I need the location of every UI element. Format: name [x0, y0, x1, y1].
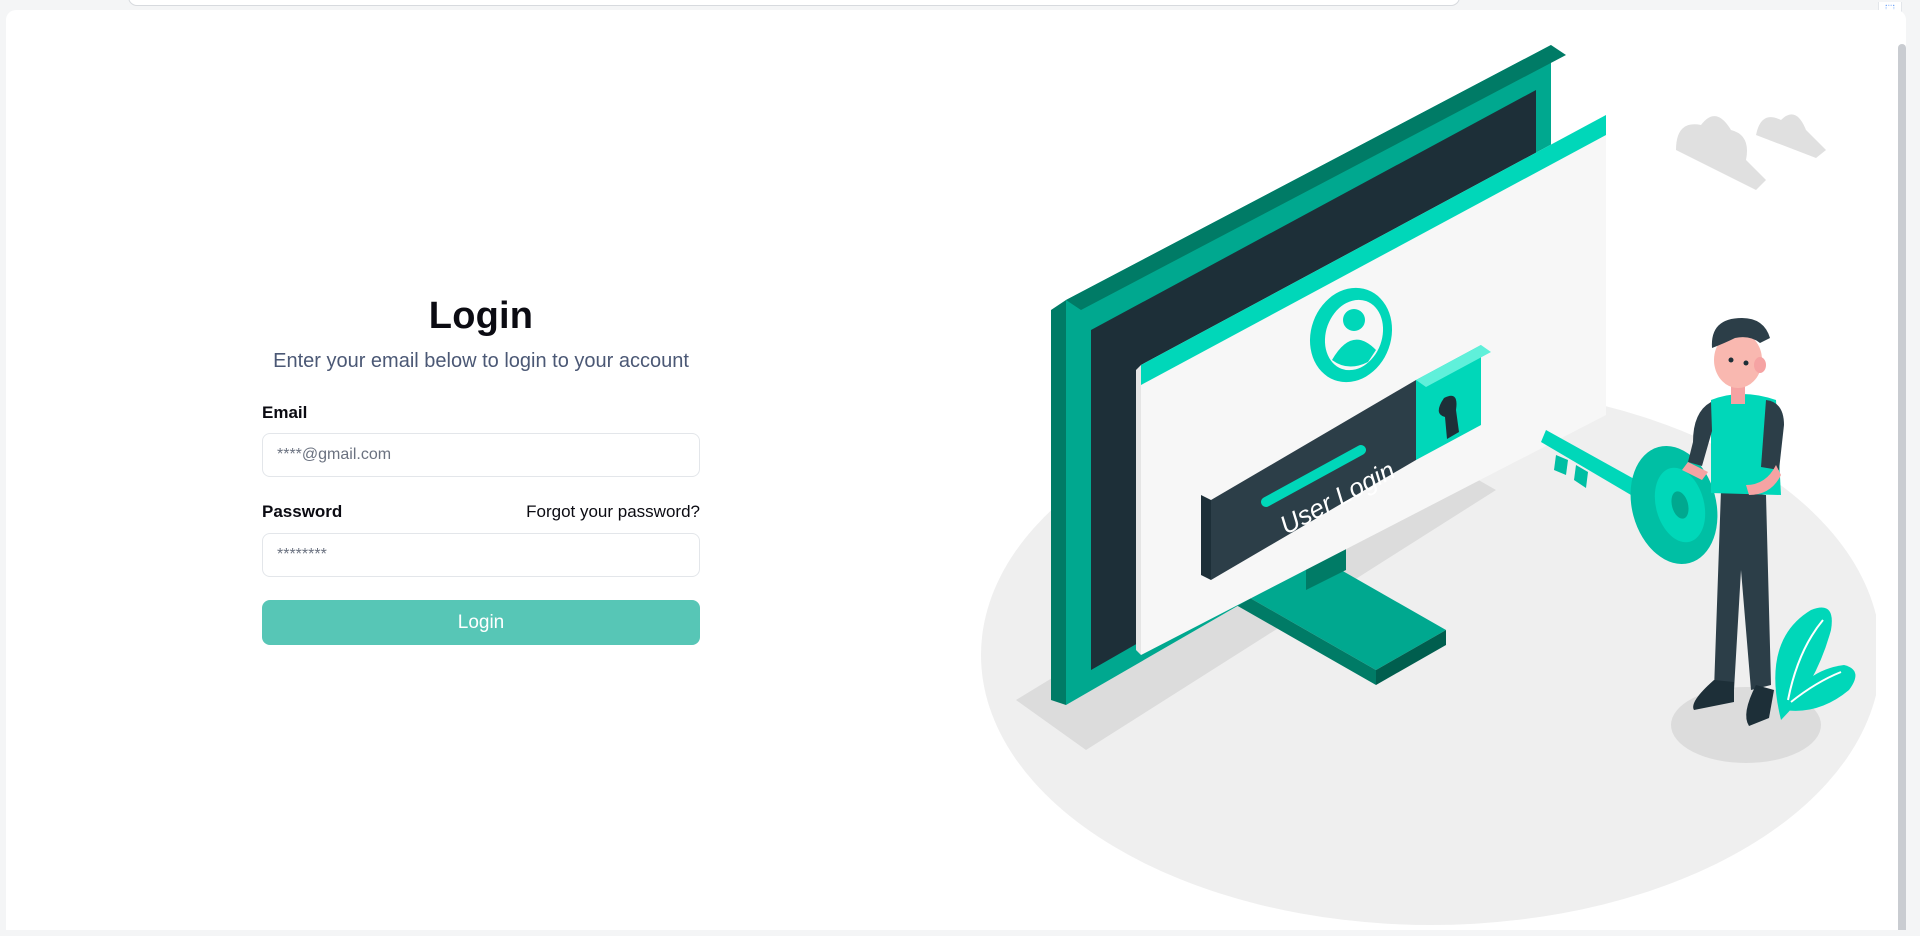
login-page: Login Enter your email below to login to…	[6, 10, 1906, 930]
password-field[interactable]	[262, 533, 700, 577]
password-row: Password Forgot your password?	[262, 502, 700, 522]
vertical-scrollbar[interactable]	[1898, 44, 1906, 930]
page-title: Login	[428, 295, 534, 337]
email-label: Email	[262, 403, 308, 422]
password-label: Password	[262, 502, 343, 521]
address-bar-edge[interactable]	[128, 0, 1460, 6]
login-illustration: User Login	[981, 45, 1876, 925]
browser-frame: ⬚ Login Enter your email below to login …	[0, 0, 1920, 936]
forgot-password-link[interactable]: Forgot your password?	[526, 502, 700, 522]
login-button[interactable]: Login	[262, 600, 700, 645]
login-form: Login Enter your email below to login to…	[262, 280, 700, 645]
page-subtitle: Enter your email below to login to your …	[273, 350, 689, 372]
cloud-icon	[1676, 114, 1826, 190]
email-field[interactable]	[262, 433, 700, 477]
